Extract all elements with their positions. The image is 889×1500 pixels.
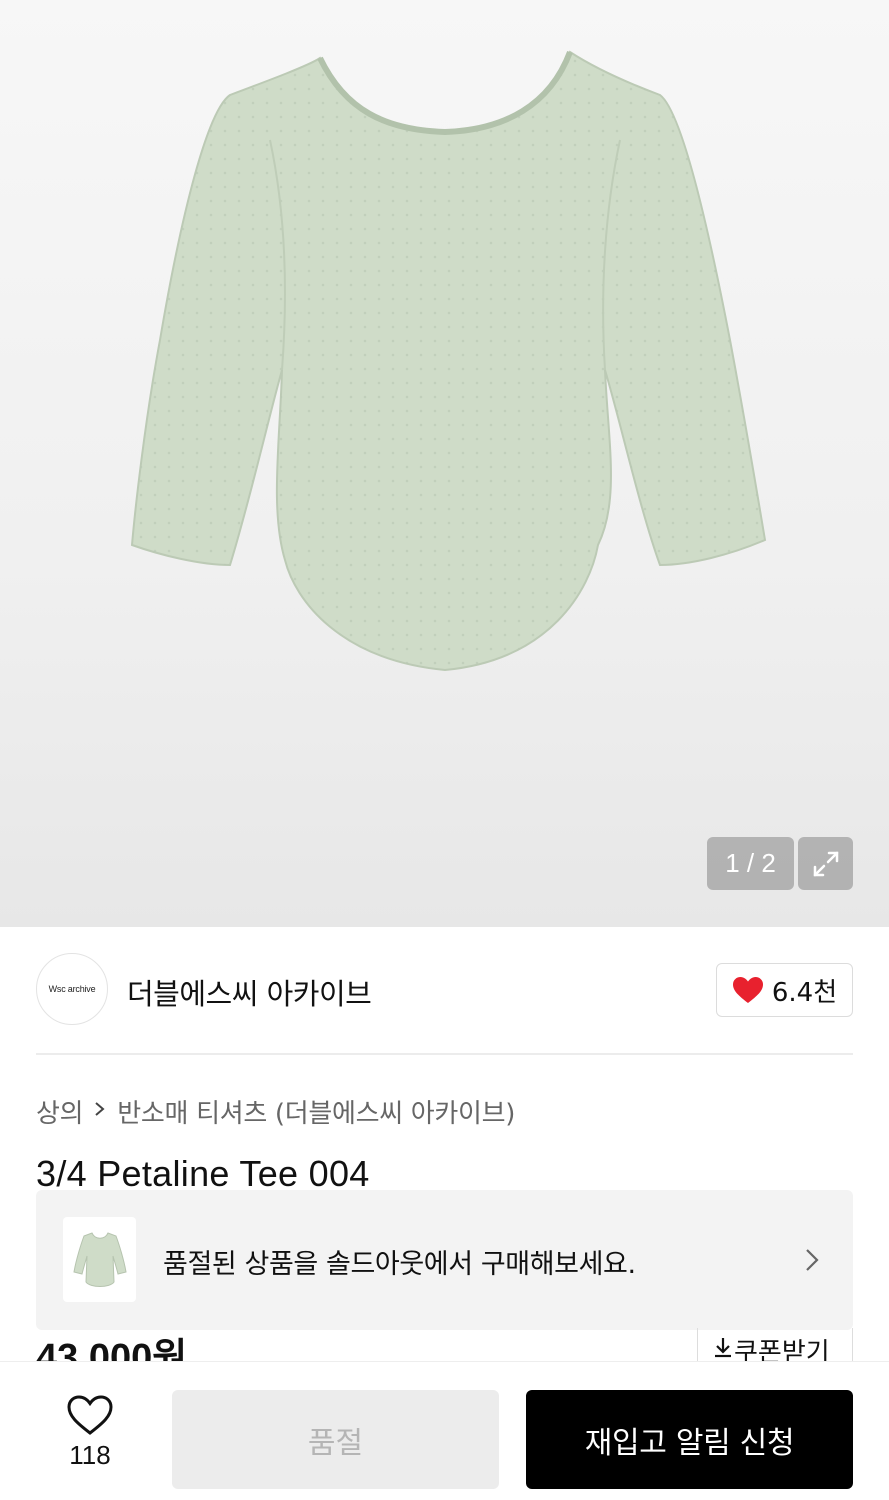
coupon-button[interactable]: 쿠폰받기 <box>697 1328 853 1362</box>
chevron-right-icon <box>93 1098 107 1126</box>
product-image-gallery[interactable]: 1 / 2 <box>0 0 889 927</box>
brand-like-count: 6.4천 <box>771 977 838 1008</box>
restock-alert-button[interactable]: 재입고 알림 신청 <box>526 1390 853 1489</box>
brand-name[interactable]: 더블에스씨 아카이브 <box>127 971 372 1013</box>
chevron-right-icon <box>803 1245 821 1279</box>
expand-icon[interactable] <box>798 837 853 890</box>
product-image <box>130 50 767 672</box>
soldout-banner[interactable]: 품절된 상품을 솔드아웃에서 구매해보세요. <box>36 1190 853 1330</box>
coupon-label: 쿠폰받기 <box>734 1338 830 1362</box>
divider <box>36 1053 853 1055</box>
heart-outline-icon <box>67 1395 113 1435</box>
soldout-button: 품절 <box>172 1390 499 1489</box>
soldout-thumbnail <box>63 1217 136 1302</box>
brand-logo[interactable]: Wsc archive <box>36 953 108 1025</box>
wishlist-count: 118 <box>69 1440 111 1470</box>
bottom-action-bar: 118 품절 재입고 알림 신청 <box>0 1361 889 1500</box>
product-price: 43,000원 <box>36 1337 188 1362</box>
breadcrumb: 상의 반소매 티셔츠 (더블에스씨 아카이브) <box>36 1093 515 1130</box>
wishlist-button[interactable]: 118 <box>48 1394 132 1471</box>
soldout-banner-text: 품절된 상품을 솔드아웃에서 구매해보세요. <box>163 1249 636 1280</box>
download-icon <box>715 1338 731 1358</box>
breadcrumb-subcategory[interactable]: 반소매 티셔츠 (더블에스씨 아카이브) <box>117 1093 515 1130</box>
heart-filled-icon <box>732 977 763 1003</box>
image-counter: 1 / 2 <box>707 837 794 890</box>
breadcrumb-category[interactable]: 상의 <box>36 1093 84 1130</box>
brand-like-button[interactable]: 6.4천 <box>716 963 853 1017</box>
product-title: 3/4 Petaline Tee 004 <box>36 1153 370 1194</box>
brand-row[interactable]: Wsc archive 더블에스씨 아카이브 6.4천 <box>36 953 853 1027</box>
